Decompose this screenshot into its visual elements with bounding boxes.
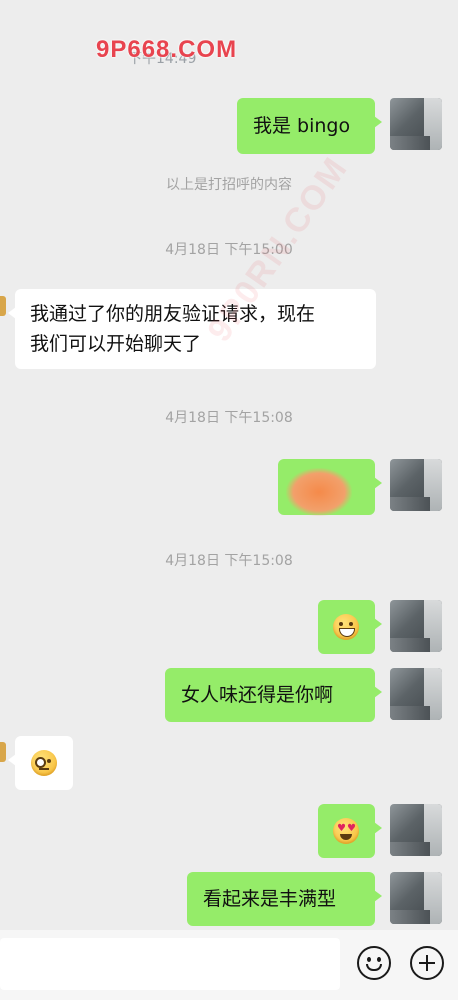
my-message-bubble[interactable]: 看起来是丰满型 — [187, 872, 382, 926]
my-avatar[interactable] — [390, 459, 442, 511]
redaction-scribble — [286, 468, 352, 516]
my-message-bubble[interactable]: 我是 bingo — [237, 98, 382, 154]
message-text: 女人味还得是你啊 — [181, 684, 334, 706]
their-emoji-bubble[interactable] — [8, 736, 73, 790]
their-message-bubble[interactable]: 我通过了你的朋友验证请求，现在 我们可以开始聊天了 — [8, 289, 376, 369]
message-text: 我是 bingo — [253, 115, 351, 137]
my-avatar[interactable] — [390, 668, 442, 720]
time-divider: 4月18日 下午15:00 — [165, 242, 293, 258]
message-text: 看起来是丰满型 — [203, 888, 337, 910]
their-avatar[interactable] — [0, 742, 6, 762]
message-input[interactable] — [0, 938, 340, 990]
plus-icon[interactable] — [410, 946, 444, 980]
my-avatar[interactable] — [390, 872, 442, 924]
time-divider: 4月18日 下午15:08 — [165, 553, 293, 569]
grinning-face-emoji — [333, 614, 359, 640]
my-emoji-bubble[interactable] — [318, 600, 382, 654]
my-emoji-bubble[interactable]: ♥ ♥ — [318, 804, 382, 858]
system-note: 以上是打招呼的内容 — [166, 177, 292, 193]
my-avatar[interactable] — [390, 98, 442, 150]
message-line: 我们可以开始聊天了 — [30, 333, 202, 355]
watermark-logo: 9P668.COM — [96, 36, 238, 63]
monocle-face-emoji — [31, 750, 57, 776]
emoji-icon[interactable] — [357, 946, 391, 980]
heart-eyes-face-emoji: ♥ ♥ — [333, 818, 359, 844]
my-avatar[interactable] — [390, 600, 442, 652]
their-avatar[interactable] — [0, 296, 6, 316]
time-divider: 4月18日 下午15:08 — [165, 410, 293, 426]
my-message-bubble[interactable]: 女人味还得是你啊 — [165, 668, 382, 722]
my-avatar[interactable] — [390, 804, 442, 856]
